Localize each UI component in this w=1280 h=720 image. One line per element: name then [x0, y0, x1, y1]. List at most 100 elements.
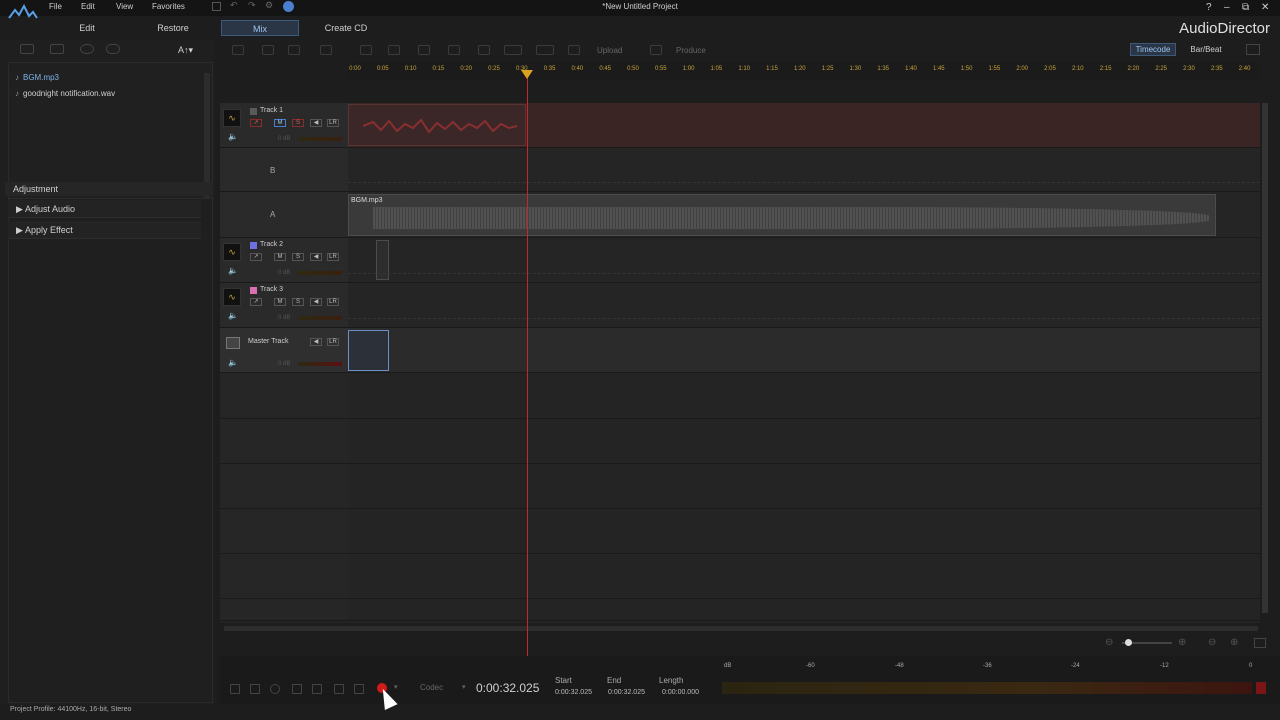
produce-button[interactable]: Produce: [676, 46, 706, 55]
pan-button[interactable]: LR: [327, 338, 339, 346]
close-button[interactable]: ✕: [1261, 2, 1269, 13]
mute-button[interactable]: M: [274, 119, 286, 127]
fast-forward-icon[interactable]: [334, 684, 344, 694]
speaker-icon[interactable]: ◀: [310, 253, 322, 261]
empty-track-row[interactable]: [220, 509, 1260, 554]
track-name[interactable]: Track 2: [260, 241, 283, 248]
mixer-icon[interactable]: [1246, 44, 1260, 55]
pan-button[interactable]: LR: [327, 253, 339, 261]
speaker-icon[interactable]: ◀: [310, 298, 322, 306]
fullscreen-icon[interactable]: [1254, 638, 1266, 648]
delete-track-icon[interactable]: [288, 45, 300, 55]
tracks-horizontal-scrollbar[interactable]: [224, 626, 1258, 631]
barbeat-toggle[interactable]: Bar/Beat: [1182, 43, 1230, 56]
menu-favorites[interactable]: Favorites: [152, 2, 185, 11]
empty-track-row[interactable]: [220, 464, 1260, 509]
restore-button[interactable]: ⧉: [1242, 2, 1249, 13]
envelope-button[interactable]: ↗: [250, 119, 262, 127]
account-icon[interactable]: [283, 1, 294, 12]
subtrack-a-lane[interactable]: BGM.mp3: [348, 192, 1260, 238]
menu-view[interactable]: View: [116, 2, 133, 11]
rewind-icon[interactable]: [312, 684, 322, 694]
cloud-icon[interactable]: [106, 44, 120, 54]
envelope-button[interactable]: ↗: [250, 298, 262, 306]
mute-button[interactable]: M: [274, 298, 286, 306]
pan-button[interactable]: LR: [327, 119, 339, 127]
start-value[interactable]: 0:00:32.025: [555, 689, 592, 696]
timecode-toggle[interactable]: Timecode: [1130, 43, 1176, 56]
adjust-audio-item[interactable]: ▶ Adjust Audio: [8, 200, 201, 218]
list-item[interactable]: ♪ goodnight notification.wav: [15, 89, 115, 98]
go-to-end-icon[interactable]: [354, 684, 364, 694]
track-name[interactable]: Track 3: [260, 286, 283, 293]
zoom-out-icon[interactable]: ⊖: [1105, 637, 1113, 648]
tab-create-cd[interactable]: Create CD: [318, 20, 374, 36]
apply-effect-item[interactable]: ▶ Apply Effect: [8, 221, 201, 239]
add-track-icon[interactable]: [262, 45, 274, 55]
track-2-lane[interactable]: [348, 238, 1260, 283]
effects-icon[interactable]: [320, 45, 332, 55]
split-icon[interactable]: [568, 45, 580, 55]
select-icon[interactable]: [232, 45, 244, 55]
stop-icon[interactable]: [250, 684, 260, 694]
track-1-lane[interactable]: [348, 103, 1260, 148]
end-value[interactable]: 0:00:32.025: [608, 689, 645, 696]
solo-button[interactable]: S: [292, 119, 304, 127]
timeline-ruler[interactable]: 0:00 0:05 0:10 0:15 0:20 0:25 0:30 0:35 0:40 0:45…: [348, 62, 1260, 80]
save-icon[interactable]: [212, 2, 221, 11]
record-options-chevron-down-icon[interactable]: ▾: [394, 683, 398, 691]
list-item[interactable]: ♪ BGM.mp3: [15, 73, 59, 82]
pan-button[interactable]: LR: [327, 298, 339, 306]
master-selection[interactable]: [348, 330, 389, 371]
tab-edit[interactable]: Edit: [70, 20, 104, 36]
envelope-button[interactable]: ↗: [250, 253, 262, 261]
length-value[interactable]: 0:00:00.000: [662, 689, 699, 696]
zoom-fit-icon[interactable]: ⊖: [1208, 637, 1216, 648]
codec-chevron-down-icon[interactable]: ▾: [462, 683, 466, 691]
menu-file[interactable]: File: [49, 2, 62, 11]
disc-icon[interactable]: [80, 44, 94, 54]
menu-edit[interactable]: Edit: [81, 2, 95, 11]
codec-dropdown[interactable]: Codec: [420, 683, 443, 692]
tab-restore[interactable]: Restore: [150, 20, 196, 36]
bgm-clip[interactable]: BGM.mp3: [348, 194, 1216, 236]
speaker-icon[interactable]: ◀: [310, 119, 322, 127]
copy-icon[interactable]: [388, 45, 400, 55]
empty-track-row[interactable]: [220, 599, 1260, 621]
track-name[interactable]: Track 1: [260, 107, 283, 114]
go-to-start-icon[interactable]: [292, 684, 302, 694]
paste-icon[interactable]: [418, 45, 430, 55]
text-size-button[interactable]: A↑▾: [178, 45, 193, 56]
trash-icon[interactable]: [448, 45, 460, 55]
import-icon[interactable]: [20, 44, 34, 54]
pause-icon[interactable]: [230, 684, 240, 694]
playhead-line[interactable]: [527, 70, 528, 656]
master-track-lane[interactable]: [348, 328, 1260, 373]
empty-track-row[interactable]: [220, 554, 1260, 599]
redo-icon[interactable]: ↷: [248, 0, 256, 11]
mute-button[interactable]: M: [274, 253, 286, 261]
subtrack-b-lane[interactable]: [348, 148, 1260, 192]
library-icon[interactable]: [50, 44, 64, 54]
zoom-vertical-icon[interactable]: ⊕: [1230, 637, 1238, 648]
help-button[interactable]: ?: [1206, 2, 1212, 13]
fade-in-icon[interactable]: [504, 45, 522, 55]
empty-track-row[interactable]: [220, 373, 1260, 419]
settings-icon[interactable]: ⚙: [265, 0, 273, 11]
zoom-in-icon[interactable]: ⊕: [1178, 637, 1186, 648]
minimize-button[interactable]: –: [1224, 2, 1230, 13]
tracks-vertical-scrollbar[interactable]: [1262, 103, 1268, 613]
solo-button[interactable]: S: [292, 298, 304, 306]
undo-icon[interactable]: ↶: [230, 0, 238, 11]
speaker-icon[interactable]: ◀: [310, 338, 322, 346]
cut-icon[interactable]: [360, 45, 372, 55]
empty-track-row[interactable]: [220, 419, 1260, 464]
track-3-lane[interactable]: [348, 283, 1260, 328]
pencil-icon[interactable]: [478, 45, 490, 55]
upload-button[interactable]: Upload: [597, 46, 622, 55]
track-2-clip[interactable]: [376, 240, 389, 280]
zoom-slider-handle[interactable]: [1125, 639, 1132, 646]
fade-out-icon[interactable]: [536, 45, 554, 55]
tab-mix[interactable]: Mix: [221, 20, 299, 36]
loop-icon[interactable]: [270, 684, 280, 694]
